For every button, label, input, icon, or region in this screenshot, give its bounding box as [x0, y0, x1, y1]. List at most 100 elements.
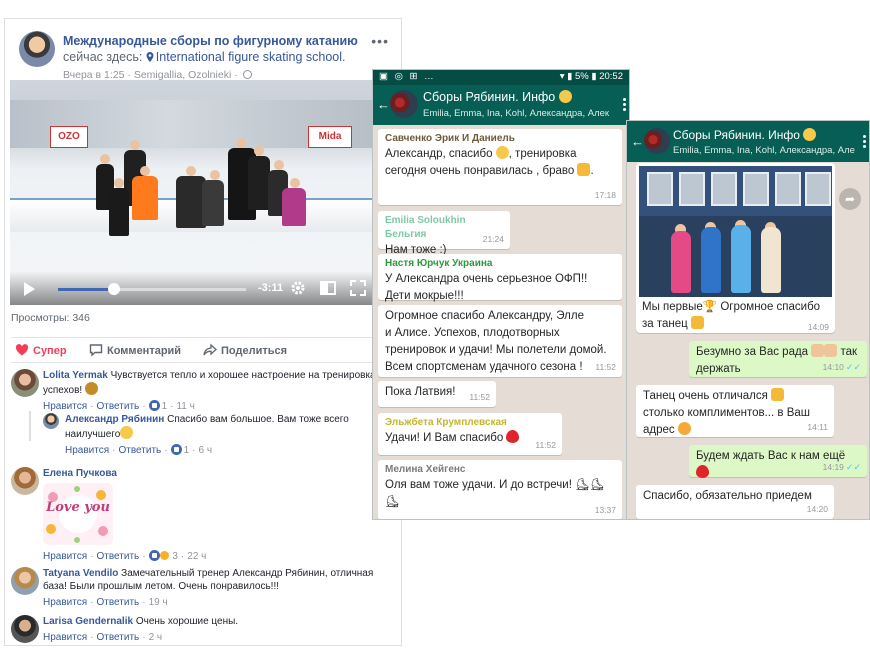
comment-time[interactable]: 6 ч — [198, 445, 212, 456]
message-text: Дети мокрые!!! — [385, 290, 464, 302]
message-text: ⛸ — [385, 494, 616, 511]
image-message-bubble[interactable]: Мы первые🏆 Огромное спасибо за танец 14:… — [636, 163, 835, 333]
video-progress-knob[interactable] — [108, 283, 121, 295]
message-time: 14:19 ✓✓ — [822, 462, 861, 472]
message-text: У Александра очень серьезное ОФП!! — [385, 273, 588, 285]
reply-link[interactable]: Ответить — [96, 551, 139, 562]
like-reaction-icon — [148, 400, 160, 411]
video-progress-fill — [58, 288, 115, 291]
reply-link[interactable]: Ответить — [96, 632, 139, 643]
reply-link[interactable]: Ответить — [96, 597, 139, 608]
comment-time[interactable]: 11 ч — [176, 401, 194, 412]
video-progress-bar[interactable] — [58, 283, 246, 295]
rink-banner: Mida — [308, 126, 352, 148]
message-text: тренировок и удачи! Мы полетели домой. — [385, 344, 607, 356]
like-link[interactable]: Нравится — [43, 597, 87, 608]
message-bubble[interactable]: Танец очень отличался столько комплимент… — [636, 385, 834, 437]
message-time: 21:24 — [482, 234, 504, 244]
reply-link[interactable]: Ответить — [96, 401, 139, 412]
like-reaction-icon — [148, 550, 160, 561]
message-bubble[interactable]: Мелина Хейгенс Оля вам тоже удачи. И до … — [378, 460, 622, 519]
message-time: 14:20 — [806, 504, 828, 514]
message-text: сегодня очень понравилась , браво . — [385, 163, 594, 177]
commenter-name[interactable]: Lolita Yermak — [43, 370, 108, 381]
replier-avatar[interactable] — [43, 413, 59, 429]
commenter-avatar[interactable] — [11, 369, 39, 397]
message-bubble[interactable]: Огромное спасибо Александру, Элле и Алис… — [378, 305, 622, 377]
love-you-sticker[interactable]: Love you — [43, 483, 113, 545]
comment-item: Елена Пучкова Love you Нравится · Ответить… — [11, 467, 397, 563]
group-avatar[interactable] — [644, 128, 670, 154]
comment-button[interactable]: Комментарий — [89, 343, 181, 357]
menu-kebab-icon[interactable] — [863, 135, 866, 150]
share-label: Поделиться — [221, 345, 288, 357]
place-link[interactable]: International figure skating school — [156, 50, 342, 64]
group-title[interactable]: Сборы Рябинин. Инфо — [423, 90, 572, 104]
message-time: 11:52 — [595, 362, 616, 372]
commenter-avatar[interactable] — [11, 567, 39, 595]
comment-time[interactable]: 19 ч — [149, 597, 168, 608]
like-link[interactable]: Нравится — [43, 551, 87, 562]
location-pin-icon — [146, 52, 154, 62]
group-members: Emilia, Emma, Ina, Kohl, Александра, Але… — [673, 145, 855, 156]
thumbs-up-emoji-icon — [824, 344, 838, 357]
message-bubble[interactable]: Настя Юрчук Украина У Александра очень с… — [378, 254, 622, 302]
replier-name[interactable]: Александр Рябинин — [65, 414, 164, 425]
pip-icon[interactable] — [320, 280, 336, 296]
comment-time[interactable]: 2 ч — [149, 632, 163, 643]
page-name-link[interactable]: Международные сборы по фигурному катанию — [63, 34, 358, 48]
message-text: Александр, спасибо , тренировка — [385, 146, 577, 160]
clap-emoji-icon — [577, 163, 591, 176]
reply-thread-line — [29, 411, 31, 441]
comment-reply-item: Александр Рябинин Спасибо вам большое. В… — [43, 413, 397, 456]
message-text: Удачи! И Вам спасибо — [385, 430, 556, 447]
comment-item: Larisa Gendernalik Очень хорошие цены. Н… — [11, 615, 397, 645]
video-player[interactable]: OZO Mida -3:11 — [10, 80, 401, 305]
super-reaction-button[interactable]: Супер — [15, 343, 67, 357]
forward-share-icon[interactable]: ➦ — [839, 188, 861, 210]
play-icon[interactable] — [24, 282, 35, 296]
commenter-name[interactable]: Tatyana Vendilo — [43, 568, 118, 579]
settings-gear-icon[interactable] — [290, 280, 306, 296]
message-bubble[interactable]: Савченко Эрик И Даниель Александр, спаси… — [378, 129, 622, 205]
like-link[interactable]: Нравится — [43, 632, 87, 643]
share-button[interactable]: Поделиться — [203, 343, 287, 357]
like-reaction-icon — [170, 444, 182, 455]
message-bubble-outgoing[interactable]: Безумно за Вас рада так держать 14:10 ✓✓ — [689, 341, 867, 377]
more-options-icon[interactable]: ••• — [371, 33, 389, 49]
smile-emoji-icon — [803, 128, 817, 141]
commenter-name[interactable]: Елена Пучкова — [43, 468, 117, 479]
menu-kebab-icon[interactable] — [623, 98, 626, 113]
chat-area: Савченко Эрик И Даниель Александр, спаси… — [373, 125, 629, 519]
message-bubble[interactable]: Эльжбета Крумплевская Удачи! И Вам спаси… — [378, 413, 562, 455]
like-link[interactable]: Нравится — [65, 445, 109, 456]
message-bubble-outgoing[interactable]: Будем ждать Вас к нам ещё 14:19 ✓✓ — [689, 445, 867, 478]
message-text: Танец очень отличался — [643, 388, 828, 405]
like-link[interactable]: Нравится — [43, 401, 87, 412]
page-avatar[interactable] — [19, 31, 55, 67]
fullscreen-icon[interactable] — [350, 280, 366, 296]
commenter-avatar[interactable] — [11, 615, 39, 643]
skate-emoji-icon: ⛸ — [385, 496, 400, 508]
back-arrow-icon[interactable]: ← — [377, 97, 390, 112]
message-text: Всем спортсменам удачного сезона ! — [385, 361, 583, 373]
skater-girl — [671, 231, 691, 293]
super-label: Супер — [33, 345, 67, 357]
message-bubble[interactable]: Emilia Soloukhin Бельгия Нам тоже :) 21:… — [378, 211, 510, 256]
commenter-name[interactable]: Larisa Gendernalik — [43, 616, 133, 627]
reply-link[interactable]: Ответить — [118, 445, 161, 456]
group-avatar[interactable] — [390, 90, 418, 118]
comment-time[interactable]: 22 ч — [187, 551, 206, 562]
reply-links: Нравится · Ответить · 1 · 6 ч — [65, 444, 213, 456]
message-time: 17:18 — [594, 190, 616, 200]
skater — [202, 180, 224, 226]
photo-medals[interactable] — [639, 166, 832, 297]
header-rest-text: сейчас здесь: — [63, 50, 143, 64]
message-bubble[interactable]: Спасибо, обязательно приедем 14:20 — [636, 485, 834, 519]
message-bubble[interactable]: Пока Латвия! 11:52 — [378, 381, 496, 407]
back-arrow-icon[interactable]: ← — [631, 134, 644, 149]
read-ticks-icon: ✓✓ — [845, 362, 861, 372]
smile-emoji-icon — [495, 146, 509, 159]
commenter-avatar[interactable] — [11, 467, 39, 495]
group-title[interactable]: Сборы Рябинин. Инфо — [673, 128, 817, 142]
